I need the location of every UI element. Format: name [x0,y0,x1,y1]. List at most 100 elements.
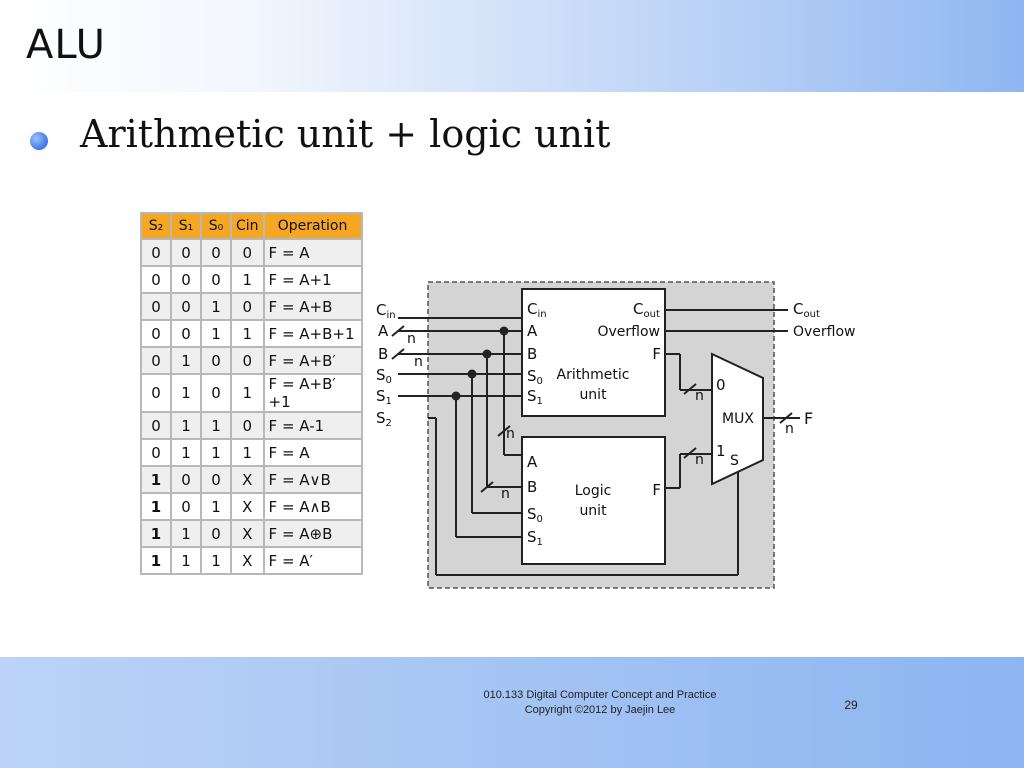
select-bit-cell: 0 [170,292,202,321]
logic-b-label: B [527,478,537,496]
table-row: 110XF = A⊕B [140,519,363,548]
operation-cell: F = A+B′ [262,346,363,375]
table-row: 0000F = A [140,238,363,267]
select-bit-cell: 0 [170,238,202,267]
arith-name-line2: unit [579,387,607,403]
select-bit-cell: 1 [140,465,172,494]
select-bit-cell: 1 [170,519,202,548]
table-header-row: S₂ S₁ S₀ Cin Operation [140,212,363,240]
select-bit-cell: 1 [140,492,172,521]
operation-cell: F = A+B+1 [262,319,363,348]
select-bit-cell: 0 [200,265,232,294]
select-bit-cell: 1 [140,519,172,548]
header-operation: Operation [262,212,363,240]
select-bit-cell: 1 [170,373,202,413]
operation-cell: F = A-1 [262,411,363,440]
table-row: 0001F = A+1 [140,265,363,294]
select-bit-cell: 0 [170,492,202,521]
bullet-dot-icon [30,132,48,150]
select-bit-cell: 0 [200,373,232,413]
input-s2-label: S2 [376,409,392,429]
select-bit-cell: 1 [200,546,232,575]
select-bit-cell: X [230,546,265,575]
select-bit-cell: X [230,465,265,494]
page-number: 29 [844,698,858,712]
table-row: 100XF = A∨B [140,465,363,494]
select-bit-cell: 0 [170,319,202,348]
select-bit-cell: 1 [170,411,202,440]
arith-overflow-label: Overflow [597,324,660,340]
slide-title: ALU [26,22,106,68]
select-bit-cell: 0 [170,465,202,494]
select-bit-cell: 0 [230,411,265,440]
select-bit-cell: 0 [140,346,172,375]
operation-table: S₂ S₁ S₀ Cin Operation 0000F = A0001F = … [140,212,363,575]
select-bit-cell: 1 [200,319,232,348]
mux-in1-label: 1 [716,442,726,460]
output-f-label: F [804,409,813,428]
operation-cell: F = A [262,238,363,267]
input-s0-label: S0 [376,366,392,386]
input-a-label: A [378,322,389,340]
select-bit-cell: 0 [230,346,265,375]
header-cin: Cin [230,212,265,240]
select-bit-cell: 0 [140,238,172,267]
input-cin-label: Cin [376,301,396,321]
select-bit-cell: 0 [200,465,232,494]
select-bit-cell: 1 [230,438,265,467]
select-bit-cell: X [230,492,265,521]
operation-cell: F = A∧B [262,492,363,521]
bus-width-out: n [785,421,794,437]
select-bit-cell: 1 [170,438,202,467]
select-bit-cell: 1 [140,546,172,575]
table-row: 0011F = A+B+1 [140,319,363,348]
arith-f-label: F [652,345,661,363]
operation-cell: F = A+1 [262,265,363,294]
arith-b-label: B [527,345,537,363]
title-bar [0,0,1024,92]
select-bit-cell: 0 [140,319,172,348]
footer-text: 010.133 Digital Computer Concept and Pra… [450,688,750,718]
operation-cell: F = A+B′+1 [262,373,363,413]
table-row: 0111F = A [140,438,363,467]
select-bit-cell: 1 [170,546,202,575]
select-bit-cell: 1 [200,411,232,440]
output-overflow-label: Overflow [793,324,856,340]
select-bit-cell: 0 [140,373,172,413]
select-bit-cell: 0 [140,411,172,440]
logic-a-label: A [527,453,538,471]
header-s2: S₂ [140,212,172,240]
select-bit-cell: 1 [200,438,232,467]
bus-width-b: n [414,354,423,370]
output-cout-label: Cout [793,300,820,320]
select-bit-cell: 1 [200,492,232,521]
select-bit-cell: 0 [200,238,232,267]
table-row: 0101F = A+B′+1 [140,373,363,413]
select-bit-cell: 1 [170,346,202,375]
select-bit-cell: 0 [140,438,172,467]
select-bit-cell: 0 [230,292,265,321]
table-row: 0010F = A+B [140,292,363,321]
logic-name-line1: Logic [575,483,612,499]
mux-in0-label: 0 [716,376,726,394]
logic-name-line2: unit [579,503,607,519]
operation-cell: F = A+B [262,292,363,321]
select-bit-cell: 1 [230,319,265,348]
bus-width-mux0: n [695,388,704,404]
alu-diagram: Cin A B S0 S1 S2 n n n n n n n Cin A B S… [376,281,856,589]
mux-name-label: MUX [722,411,754,427]
select-bit-cell: 1 [230,373,265,413]
footer-copyright: Copyright ©2012 by Jaejin Lee [524,704,676,716]
bus-width-logic-b: n [501,486,510,502]
table-row: 111XF = A′ [140,546,363,575]
bus-width-logic-a: n [506,426,515,442]
footer-course: 010.133 Digital Computer Concept and Pra… [483,689,717,701]
select-bit-cell: 0 [200,519,232,548]
select-bit-cell: 0 [230,238,265,267]
table-row: 0110F = A-1 [140,411,363,440]
bus-width-a: n [407,331,416,347]
logic-unit-box [521,436,666,565]
header-s0: S₀ [200,212,232,240]
operation-cell: F = A′ [262,546,363,575]
operation-cell: F = A⊕B [262,519,363,548]
